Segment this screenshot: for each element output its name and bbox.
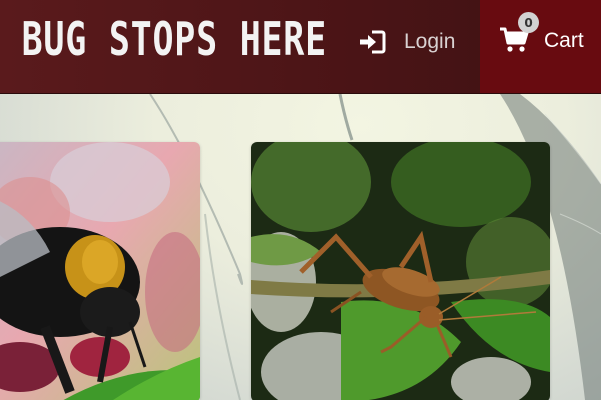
login-label: Login (404, 30, 456, 53)
bumblebee-photo (0, 142, 200, 400)
product-card-cricket[interactable] (251, 142, 550, 400)
page-background (0, 94, 601, 400)
site-logo-text[interactable]: E BUG STOPS HERE (0, 12, 327, 66)
login-link[interactable]: Login (358, 22, 455, 62)
sign-in-icon (360, 30, 386, 54)
cart-button[interactable]: 0 Cart (480, 0, 601, 93)
cricket-photo (251, 142, 550, 400)
product-card-bumblebee[interactable] (0, 142, 200, 400)
cart-count-badge: 0 (518, 12, 539, 33)
cart-label: Cart (544, 29, 584, 52)
site-header: E BUG STOPS HERE Login 0 Cart (0, 0, 601, 94)
